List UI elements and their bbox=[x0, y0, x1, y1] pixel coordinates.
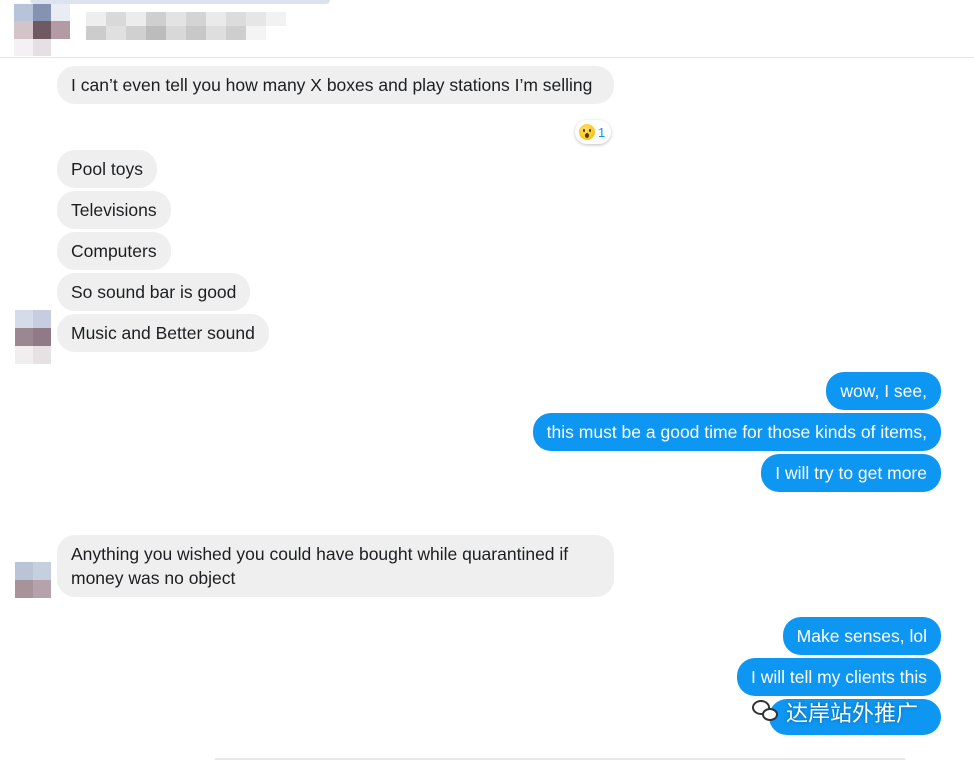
watermark-text: 达岸站外推广 bbox=[786, 702, 919, 727]
contact-name-pixelated bbox=[86, 12, 286, 40]
sender-avatar-pixelated[interactable] bbox=[15, 562, 51, 598]
chat-header bbox=[0, 0, 974, 58]
astonished-face-icon bbox=[579, 124, 595, 140]
outgoing-message[interactable]: I will try to get more bbox=[761, 454, 941, 492]
outgoing-message[interactable]: this must be a good time for those kinds… bbox=[532, 413, 941, 451]
outgoing-message[interactable]: I will tell my clients this bbox=[736, 658, 941, 696]
watermark: 达岸站外推广 bbox=[752, 696, 918, 728]
incoming-message[interactable]: Music and Better sound bbox=[57, 314, 269, 352]
wechat-icon bbox=[752, 700, 780, 724]
header-decoration bbox=[30, 0, 330, 4]
incoming-message[interactable]: I can’t even tell you how many X boxes a… bbox=[57, 66, 614, 104]
outgoing-message[interactable]: Make senses, lol bbox=[782, 617, 941, 655]
incoming-message[interactable]: Computers bbox=[57, 232, 171, 270]
reaction-count: 1 bbox=[598, 124, 606, 140]
contact-avatar-pixelated[interactable] bbox=[14, 4, 70, 56]
message-reaction[interactable]: 1 bbox=[575, 120, 612, 144]
sender-avatar-pixelated[interactable] bbox=[15, 310, 51, 364]
incoming-message[interactable]: So sound bar is good bbox=[57, 273, 251, 311]
outgoing-message[interactable]: wow, I see, bbox=[826, 372, 941, 410]
incoming-message[interactable]: Anything you wished you could have bough… bbox=[57, 535, 614, 597]
incoming-message[interactable]: Pool toys bbox=[57, 150, 157, 188]
incoming-message[interactable]: Televisions bbox=[57, 191, 171, 229]
